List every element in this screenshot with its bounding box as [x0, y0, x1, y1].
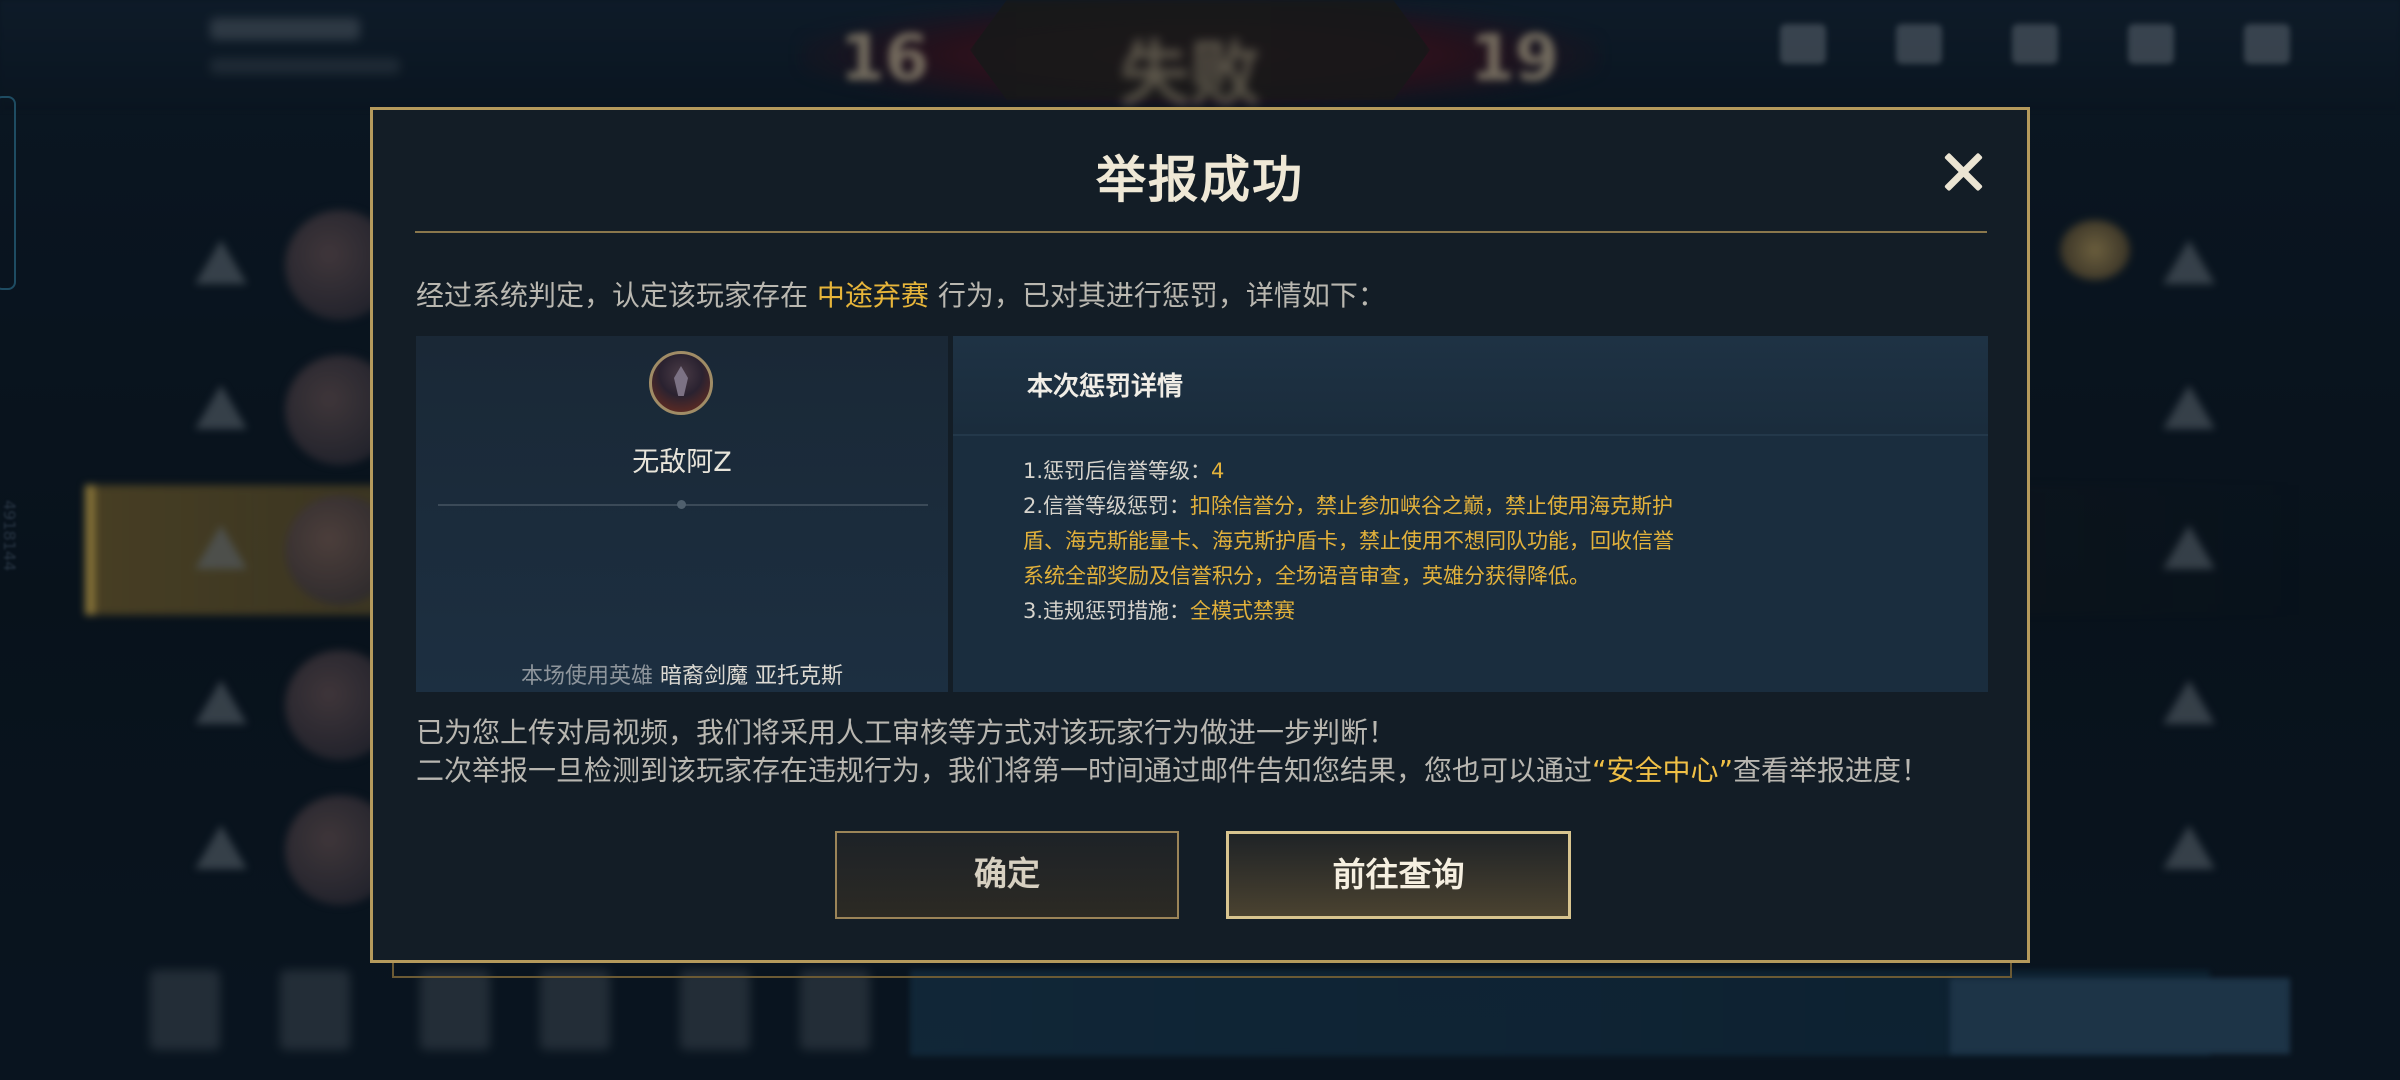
penalty-detail-title: 本次惩罚详情 — [1027, 372, 1184, 402]
title-divider — [415, 231, 1987, 233]
notice-line-1: 已为您上传对局视频，我们将采用人工审核等方式对该玩家行为做进一步判断！ — [416, 716, 1397, 749]
notice-line-2: 二次举报一旦检测到该玩家存在违规行为，我们将第一时间通过邮件告知您结果，您也可以… — [416, 752, 1996, 790]
penalty-item-measure: 3.违规惩罚措施：全模式禁赛 — [1023, 594, 1763, 629]
confirm-button[interactable]: 确定 — [835, 831, 1179, 919]
penalty-detail-panel: 本次惩罚详情 1.惩罚后信誉等级：4 2.信誉等级惩罚：扣除信誉分，禁止参加峡谷… — [953, 336, 1988, 692]
reported-player-card: 无敌阿Z 本场使用英雄 暗裔剑魔 亚托克斯 — [416, 336, 948, 692]
item-label: 2.信誉等级惩罚： — [1023, 494, 1191, 518]
hero-name: 暗裔剑魔 亚托克斯 — [660, 664, 843, 689]
item-value: 全模式禁赛 — [1190, 599, 1296, 623]
item-value: 扣除信誉分，禁止参加峡谷之巅，禁止使用海克斯护 — [1190, 494, 1674, 518]
penalty-item-credit-punishment: 2.信誉等级惩罚：扣除信誉分，禁止参加峡谷之巅，禁止使用海克斯护盾、海克斯能量卡… — [1023, 489, 1763, 594]
hero-portrait-icon — [674, 366, 688, 396]
hero-label: 本场使用英雄 — [520, 664, 653, 689]
player-name: 无敌阿Z — [632, 447, 732, 478]
judgement-text: 经过系统判定，认定该玩家存在 中途弃赛 行为，已对其进行惩罚，详情如下： — [416, 274, 1386, 314]
item-value: 系统全部奖励及信誉积分，全场语音审查，英雄分获得降低。 — [1023, 564, 1590, 588]
go-query-button[interactable]: 前往查询 — [1226, 831, 1571, 919]
hero-used: 本场使用英雄 暗裔剑魔 亚托克斯 — [416, 658, 948, 690]
violation-behavior: 中途弃赛 — [816, 279, 929, 312]
penalty-detail-header: 本次惩罚详情 — [953, 336, 1988, 436]
penalty-info: 无敌阿Z 本场使用英雄 暗裔剑魔 亚托克斯 本次惩罚详情 1.惩罚后信誉等级：4… — [416, 336, 1988, 692]
divider-dot — [677, 500, 686, 509]
security-center-link[interactable]: “安全中心” — [1592, 754, 1733, 787]
notice-suffix: 查看举报进度！ — [1733, 754, 1930, 787]
close-icon[interactable] — [1941, 150, 1985, 194]
player-avatar — [649, 351, 713, 415]
report-success-dialog: 举报成功 经过系统判定，认定该玩家存在 中途弃赛 行为，已对其进行惩罚，详情如下… — [370, 107, 2030, 963]
item-label: 1.惩罚后信誉等级： — [1023, 459, 1212, 483]
intro-suffix: 行为，已对其进行惩罚，详情如下： — [937, 279, 1386, 312]
notice-prefix: 二次举报一旦检测到该玩家存在违规行为，我们将第一时间通过邮件告知您结果，您也可以… — [416, 754, 1593, 787]
penalty-list: 1.惩罚后信誉等级：4 2.信誉等级惩罚：扣除信誉分，禁止参加峡谷之巅，禁止使用… — [1023, 454, 1763, 629]
item-value: 盾、海克斯能量卡、海克斯护盾卡，禁止使用不想同队功能，回收信誉 — [1023, 529, 1674, 553]
dialog-title: 举报成功 — [1096, 151, 1304, 209]
penalty-item-credit-level: 1.惩罚后信誉等级：4 — [1023, 454, 1763, 489]
followup-notice: 已为您上传对局视频，我们将采用人工审核等方式对该玩家行为做进一步判断！ 二次举报… — [416, 714, 1996, 790]
item-label: 3.违规惩罚措施： — [1023, 599, 1191, 623]
intro-prefix: 经过系统判定，认定该玩家存在 — [416, 279, 809, 312]
item-value: 4 — [1211, 459, 1225, 483]
